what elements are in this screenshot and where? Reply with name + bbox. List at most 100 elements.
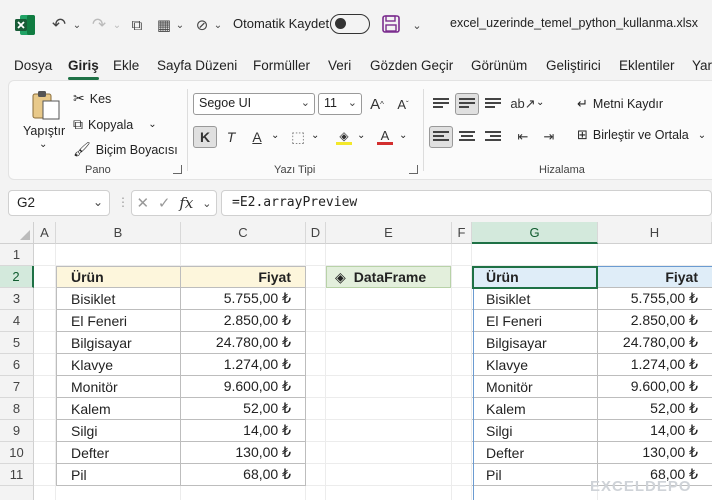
spill-cell-price[interactable]: 52,00 ₺	[598, 398, 712, 420]
paste-icon[interactable]	[31, 89, 61, 121]
formula-input[interactable]: =E2.arrayPreview	[221, 190, 712, 216]
wrap-text-button[interactable]: ↵ Metni Kaydır	[577, 96, 663, 112]
chevron-down-icon[interactable]: ⌄	[93, 195, 103, 209]
chevron-down-icon[interactable]: ⌄	[698, 130, 706, 141]
spill-cell-product[interactable]: Defter	[472, 442, 598, 464]
column-header-h[interactable]: H	[598, 222, 712, 244]
clipboard-dialog-launcher-icon[interactable]	[173, 165, 182, 174]
spill-cell-product[interactable]: Klavye	[472, 354, 598, 376]
row-header-1[interactable]: 1	[0, 244, 34, 266]
cut-button[interactable]: ✂ Kes	[73, 90, 111, 107]
share-icon[interactable]: ⧉	[125, 12, 149, 38]
spill-header-price[interactable]: Fiyat	[598, 266, 712, 288]
spill-cell-price[interactable]: 14,00 ₺	[598, 420, 712, 442]
enter-icon[interactable]: ✓	[158, 194, 171, 212]
copy-button[interactable]: ⧉ Kopyala ⌄	[73, 116, 157, 133]
increase-indent-icon[interactable]: ⇥	[537, 126, 561, 148]
row-header-8[interactable]: 8	[0, 398, 34, 420]
table-cell-product[interactable]: Silgi	[56, 420, 181, 442]
font-color-icon[interactable]: A	[373, 126, 397, 148]
table-icon[interactable]: ▦	[152, 12, 176, 38]
cancel-icon[interactable]: ✕	[136, 194, 149, 212]
row-header-10[interactable]: 10	[0, 442, 34, 464]
decrease-font-size-icon[interactable]: Aˇ	[391, 93, 415, 115]
spill-cell-product[interactable]: Silgi	[472, 420, 598, 442]
table-header-product[interactable]: Ürün	[56, 266, 181, 288]
chevron-down-icon[interactable]: ⌄	[311, 130, 319, 141]
undo-dropdown-icon[interactable]: ⌄	[70, 12, 84, 38]
clear-format-icon[interactable]: ⊘	[190, 12, 214, 38]
chevron-down-icon[interactable]: ⌄	[212, 12, 224, 38]
font-size-select[interactable]: 11 ⌄	[318, 93, 362, 115]
align-top-icon[interactable]	[429, 93, 453, 115]
font-name-select[interactable]: Segoe UI ⌄	[193, 93, 315, 115]
python-dataframe-cell[interactable]: ◈ DataFrame	[326, 266, 451, 288]
table-cell-price[interactable]: 5.755,00 ₺	[181, 288, 306, 310]
merge-center-button[interactable]: ⊞ Birleştir ve Ortala ⌄	[577, 127, 706, 143]
chevron-down-icon[interactable]: ⌄	[271, 130, 279, 141]
fill-color-icon[interactable]: ◈	[332, 126, 356, 148]
column-header-f[interactable]: F	[452, 222, 472, 244]
row-header-11[interactable]: 11	[0, 464, 34, 486]
align-right-icon[interactable]	[481, 126, 505, 148]
spill-cell-price[interactable]: 130,00 ₺	[598, 442, 712, 464]
table-cell-product[interactable]: Monitör	[56, 376, 181, 398]
chevron-down-icon[interactable]: ⌄	[148, 119, 156, 130]
table-cell-product[interactable]: Pil	[56, 464, 181, 486]
spill-cell-product[interactable]: Pil	[472, 464, 598, 486]
row-header-7[interactable]: 7	[0, 376, 34, 398]
tab-data[interactable]: Veri	[328, 58, 351, 73]
column-header-g[interactable]: G	[472, 222, 598, 244]
spill-cell-product[interactable]: Bisiklet	[472, 288, 598, 310]
increase-font-size-icon[interactable]: A ^	[365, 93, 389, 115]
table-cell-product[interactable]: Defter	[56, 442, 181, 464]
worksheet-grid[interactable]: A B C D E F G H 1 2 3 4 5 6 7 8 9 10 11 …	[0, 222, 712, 500]
spill-cell-price[interactable]: 24.780,00 ₺	[598, 332, 712, 354]
insert-function-icon[interactable]: fx	[179, 194, 193, 212]
column-header-d[interactable]: D	[306, 222, 326, 244]
table-cell-price[interactable]: 130,00 ₺	[181, 442, 306, 464]
column-header-a[interactable]: A	[34, 222, 56, 244]
paste-dropdown-icon[interactable]: ⌄	[39, 139, 47, 150]
spill-cell-product[interactable]: Kalem	[472, 398, 598, 420]
table-cell-price[interactable]: 24.780,00 ₺	[181, 332, 306, 354]
table-cell-price[interactable]: 14,00 ₺	[181, 420, 306, 442]
row-header-5[interactable]: 5	[0, 332, 34, 354]
paste-button[interactable]: Yapıştır	[23, 124, 65, 138]
row-header-6[interactable]: 6	[0, 354, 34, 376]
redo-icon[interactable]: ↷	[86, 12, 112, 38]
tab-formulas[interactable]: Formüller	[253, 58, 310, 73]
chevron-down-icon[interactable]: ⌄	[536, 97, 544, 108]
chevron-down-icon[interactable]: ⌄	[357, 130, 365, 141]
tab-home[interactable]: Giriş	[68, 58, 99, 80]
table-cell-price[interactable]: 9.600,00 ₺	[181, 376, 306, 398]
undo-icon[interactable]: ↶	[46, 12, 72, 38]
table-header-price[interactable]: Fiyat	[181, 266, 306, 288]
redo-dropdown-icon[interactable]: ⌄	[110, 12, 124, 38]
align-left-icon[interactable]	[429, 126, 453, 148]
row-header-3[interactable]: 3	[0, 288, 34, 310]
row-header-2[interactable]: 2	[0, 266, 34, 288]
table-cell-price[interactable]: 2.850,00 ₺	[181, 310, 306, 332]
underline-button[interactable]: A	[245, 126, 269, 148]
table-cell-price[interactable]: 68,00 ₺	[181, 464, 306, 486]
spill-cell-price[interactable]: 9.600,00 ₺	[598, 376, 712, 398]
spill-cell-price[interactable]: 5.755,00 ₺	[598, 288, 712, 310]
column-header-e[interactable]: E	[326, 222, 452, 244]
italic-button[interactable]: T	[219, 126, 243, 148]
autosave-toggle[interactable]	[330, 14, 370, 34]
tab-file[interactable]: Dosya	[14, 58, 52, 73]
table-cell-product[interactable]: Klavye	[56, 354, 181, 376]
select-all-corner[interactable]	[0, 222, 34, 244]
spill-cell-price[interactable]: 2.850,00 ₺	[598, 310, 712, 332]
spill-cell-price[interactable]: 1.274,00 ₺	[598, 354, 712, 376]
row-header-4[interactable]: 4	[0, 310, 34, 332]
borders-icon[interactable]: ⬚	[286, 126, 310, 148]
chevron-down-icon[interactable]: ⌄	[202, 197, 211, 210]
tab-addins[interactable]: Eklentiler	[619, 58, 675, 73]
format-painter-button[interactable]: 🖌 Biçim Boyacısı	[73, 141, 178, 158]
dataframe-stack-icon[interactable]: ◈	[335, 269, 346, 286]
tab-insert[interactable]: Ekle	[113, 58, 139, 73]
table-cell-price[interactable]: 52,00 ₺	[181, 398, 306, 420]
align-center-icon[interactable]	[455, 126, 479, 148]
